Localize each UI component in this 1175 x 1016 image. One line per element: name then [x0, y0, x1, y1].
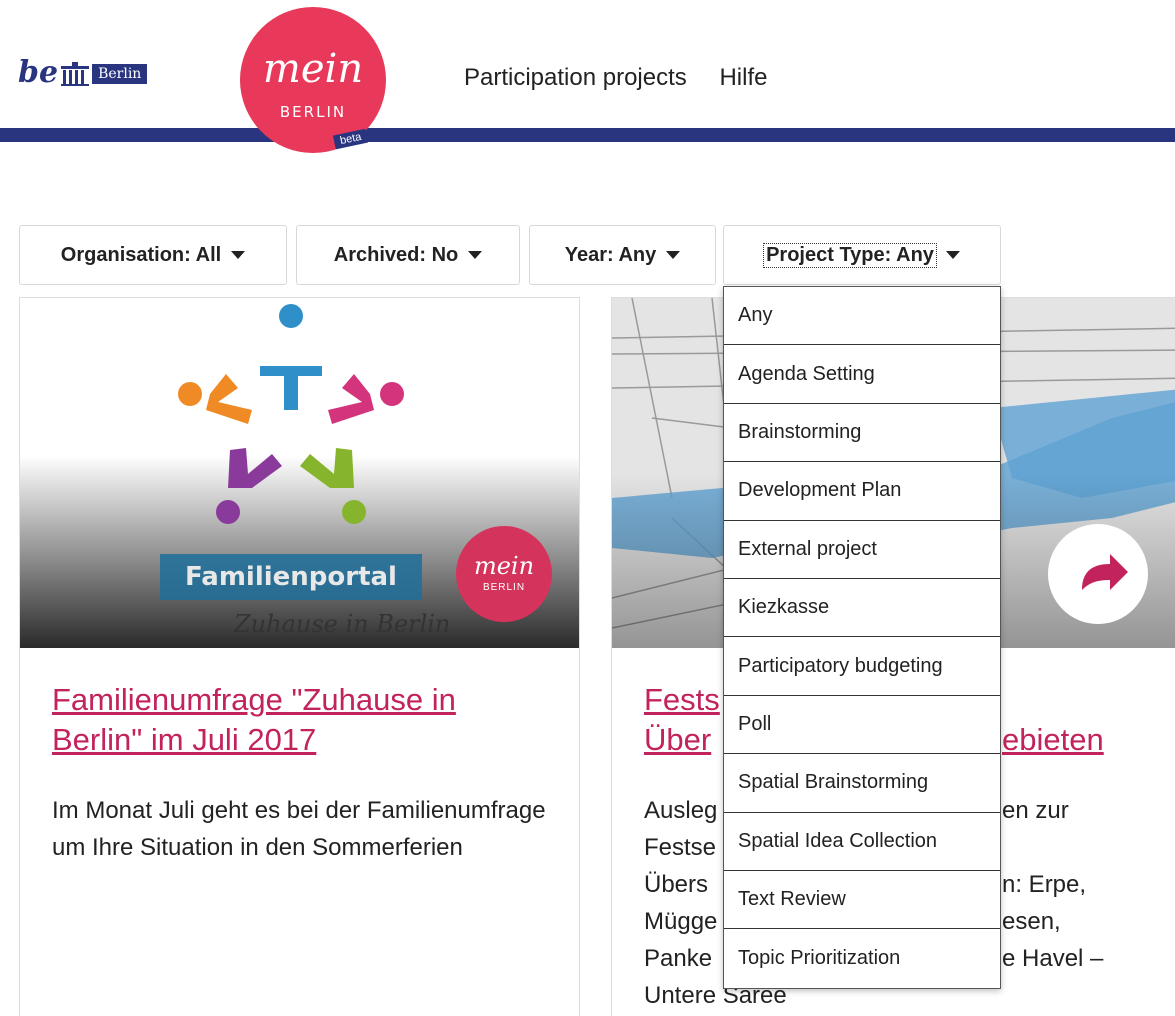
title-line-2-end[interactable]: ebieten	[1002, 720, 1104, 760]
project-card-description: Im Monat Juli geht es bei der Familienum…	[52, 797, 546, 861]
mein-logo-city: BERLIN	[279, 103, 347, 121]
share-button[interactable]	[1048, 524, 1148, 624]
dropdown-option-brainstorming[interactable]: Brainstorming	[724, 404, 1000, 463]
be-berlin-logo[interactable]: be Berlin	[18, 55, 148, 90]
dropdown-option-agenda-setting[interactable]: Agenda Setting	[724, 345, 1000, 404]
caret-down-icon	[945, 251, 960, 259]
title-line-1: Fests	[644, 682, 720, 717]
nav-participation-projects[interactable]: Participation projects	[464, 64, 687, 91]
project-card-image: Familienportal Zuhause in Berlin mein BE…	[20, 298, 579, 648]
brandenburg-gate-icon	[61, 62, 90, 86]
year-filter[interactable]: Year: Any	[529, 225, 716, 285]
project-type-dropdown: Any Agenda Setting Brainstorming Develop…	[723, 286, 1001, 989]
project-card-title[interactable]: Fests Über	[644, 680, 720, 760]
badge-word: mein	[473, 552, 535, 580]
project-card[interactable]: Familienportal Zuhause in Berlin mein BE…	[19, 297, 580, 1016]
dropdown-option-any[interactable]: Any	[724, 287, 1000, 346]
archived-filter-label: Archived: No	[333, 243, 459, 266]
desc-line: en zur	[1002, 797, 1069, 824]
nav-hilfe[interactable]: Hilfe	[719, 64, 767, 91]
mein-berlin-badge: mein BERLIN	[456, 526, 552, 622]
project-card-title[interactable]: Familienumfrage "Zuhause in Berlin" im J…	[52, 680, 552, 760]
dropdown-option-spatial-idea-collection[interactable]: Spatial Idea Collection	[724, 813, 1000, 871]
dropdown-option-development-plan[interactable]: Development Plan	[724, 462, 1000, 521]
mein-logo-word: mein	[262, 46, 364, 92]
caret-down-icon	[231, 251, 246, 259]
dropdown-option-external-project[interactable]: External project	[724, 521, 1000, 579]
main-nav: Participation projects Hilfe	[464, 64, 793, 92]
be-logo-text: be	[18, 55, 59, 90]
caret-down-icon	[666, 251, 681, 259]
dropdown-option-topic-prioritization[interactable]: Topic Prioritization	[724, 929, 1000, 987]
header-blue-bar	[0, 128, 1175, 142]
share-arrow-icon	[1082, 554, 1128, 590]
project-card-description-right: en zur n: Erpe, esen, e Havel –	[1002, 792, 1103, 977]
project-type-filter-label: Project Type: Any	[763, 242, 937, 268]
desc-line	[1002, 829, 1103, 866]
berlin-badge: Berlin	[92, 64, 148, 84]
mein-berlin-logo[interactable]: mein BERLIN beta	[240, 7, 386, 153]
dropdown-option-participatory-budgeting[interactable]: Participatory budgeting	[724, 637, 1000, 696]
desc-line: e Havel –	[1002, 945, 1104, 972]
image-script-text: Zuhause in Berlin	[234, 610, 451, 638]
archived-filter[interactable]: Archived: No	[296, 225, 520, 285]
dropdown-option-poll[interactable]: Poll	[724, 696, 1000, 755]
desc-line: n: Erpe,	[1002, 871, 1087, 898]
year-filter-label: Year: Any	[564, 243, 657, 266]
dropdown-option-spatial-brainstorming[interactable]: Spatial Brainstorming	[724, 754, 1000, 813]
title-line-2: Über	[644, 722, 712, 757]
beta-badge: beta	[332, 128, 369, 150]
caret-down-icon	[468, 251, 483, 259]
familienportal-banner: Familienportal	[185, 562, 397, 592]
desc-line: esen,	[1002, 908, 1061, 935]
organisation-filter[interactable]: Organisation: All	[19, 225, 287, 285]
badge-city: BERLIN	[482, 582, 526, 593]
dropdown-option-text-review[interactable]: Text Review	[724, 871, 1000, 930]
dropdown-option-kiezkasse[interactable]: Kiezkasse	[724, 579, 1000, 638]
organisation-filter-label: Organisation: All	[60, 243, 222, 266]
project-type-filter[interactable]: Project Type: Any	[723, 225, 1001, 285]
site-header: be Berlin mein BERLIN beta Participation…	[0, 0, 1175, 190]
